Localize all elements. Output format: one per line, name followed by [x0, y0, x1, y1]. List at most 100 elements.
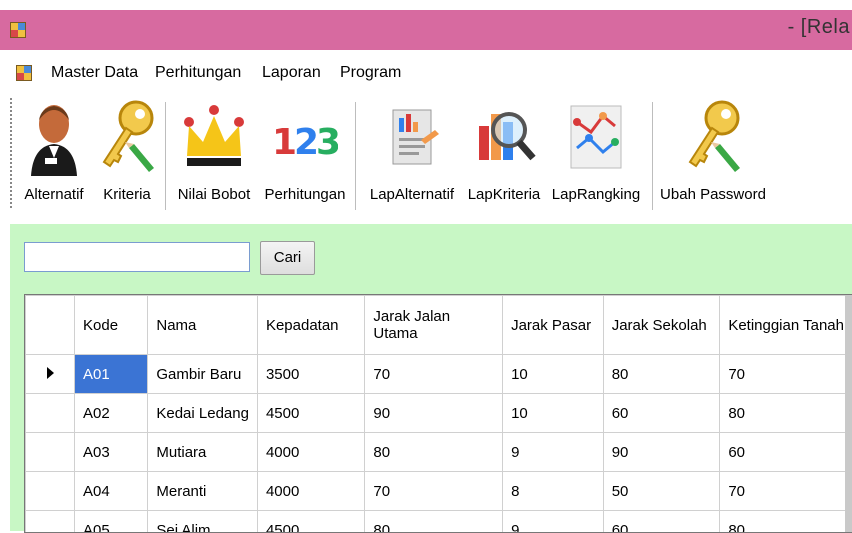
table-cell[interactable]: A02 — [75, 394, 148, 433]
toolbar-laprangking-label: LapRangking — [546, 186, 646, 203]
column-header[interactable]: Jarak Sekolah — [603, 296, 720, 355]
table-cell[interactable]: Kedai Ledang — [148, 394, 258, 433]
table-cell[interactable]: 4500 — [257, 511, 364, 533]
table-cell[interactable]: 4000 — [257, 472, 364, 511]
toolbar-lapkriteria-button[interactable]: LapKriteria — [464, 90, 544, 218]
column-header[interactable]: Kode — [75, 296, 148, 355]
menu-bar: Master Data Perhitungan Laporan Program — [0, 58, 852, 88]
toolbar-kriteria-button[interactable]: Kriteria — [92, 90, 162, 218]
data-grid[interactable]: Kode Nama Kepadatan Jarak Jalan Utama Ja… — [24, 294, 852, 533]
table-cell[interactable]: A01 — [75, 355, 148, 394]
table-cell[interactable]: 10 — [503, 355, 604, 394]
column-header[interactable]: Nama — [148, 296, 258, 355]
toolbar-perhitungan-button[interactable]: 1 2 3 Perhitungan — [260, 90, 350, 218]
table-cell[interactable]: 80 — [365, 433, 503, 472]
toolbar-alternatif-button[interactable]: Alternatif — [18, 90, 90, 218]
table-cell[interactable]: 70 — [365, 355, 503, 394]
toolbar-perhitungan-label: Perhitungan — [260, 186, 350, 203]
toolbar-laprangking-button[interactable]: LapRangking — [546, 90, 646, 218]
toolbar-lapkriteria-label: LapKriteria — [464, 186, 544, 203]
table-cell[interactable]: Sei Alim — [148, 511, 258, 533]
table-row[interactable]: A04 Meranti 4000 70 8 50 70 — [26, 472, 852, 511]
table-header-row: Kode Nama Kepadatan Jarak Jalan Utama Ja… — [26, 296, 852, 355]
table-cell[interactable]: Gambir Baru — [148, 355, 258, 394]
toolbar-separator — [652, 102, 653, 210]
column-header[interactable]: Jarak Jalan Utama — [365, 296, 503, 355]
table-cell[interactable]: Meranti — [148, 472, 258, 511]
toolbar-ubah-password-button[interactable]: Ubah Password — [656, 90, 770, 218]
table-cell[interactable]: 9 — [503, 433, 604, 472]
table-row[interactable]: A03 Mutiara 4000 80 9 90 60 — [26, 433, 852, 472]
current-row-arrow-icon — [47, 367, 54, 379]
table-cell[interactable]: A04 — [75, 472, 148, 511]
toolbar: Alternatif Kriteria Nilai Bobot 1 2 3 — [0, 90, 852, 218]
row-header[interactable] — [26, 511, 75, 533]
table-cell[interactable]: 3500 — [257, 355, 364, 394]
magnifier-chart-icon — [471, 96, 537, 176]
table-cell[interactable]: A05 — [75, 511, 148, 533]
table-cell[interactable]: 60 — [603, 394, 720, 433]
toolbar-kriteria-label: Kriteria — [92, 186, 162, 203]
content-panel: Cari Kode Nama Kepadatan Jarak Jalan Uta… — [10, 224, 852, 531]
table-cell[interactable]: 80 — [365, 511, 503, 533]
row-header[interactable] — [26, 433, 75, 472]
menu-program[interactable]: Program — [340, 64, 401, 82]
menu-laporan[interactable]: Laporan — [262, 64, 321, 82]
toolbar-grip[interactable] — [10, 98, 12, 210]
toolbar-alternatif-label: Alternatif — [18, 186, 90, 203]
window-title: - [Rela — [788, 16, 850, 39]
column-header[interactable]: Ketinggian Tanah — [720, 296, 852, 355]
toolbar-separator — [355, 102, 356, 210]
app-icon[interactable] — [10, 22, 26, 38]
column-header[interactable]: Kepadatan — [257, 296, 364, 355]
row-header[interactable] — [26, 394, 75, 433]
table-cell[interactable]: 4500 — [257, 394, 364, 433]
table-cell[interactable]: 60 — [720, 433, 852, 472]
menu-perhitungan[interactable]: Perhitungan — [155, 64, 241, 82]
toolbar-separator — [165, 102, 166, 210]
table-cell[interactable]: 70 — [720, 472, 852, 511]
mdi-app-icon[interactable] — [16, 65, 32, 81]
table-cell[interactable]: 50 — [603, 472, 720, 511]
table-cell[interactable]: 70 — [720, 355, 852, 394]
ranking-chart-icon — [563, 96, 629, 176]
table-cell[interactable]: 90 — [603, 433, 720, 472]
svg-text:3: 3 — [316, 122, 338, 163]
table-row[interactable]: A05 Sei Alim 4500 80 9 60 80 — [26, 511, 852, 533]
table-cell[interactable]: Mutiara — [148, 433, 258, 472]
numbers-123-icon: 1 2 3 — [272, 96, 338, 176]
toolbar-ubah-password-label: Ubah Password — [656, 186, 770, 203]
table-cell[interactable]: A03 — [75, 433, 148, 472]
toolbar-lapalternatif-button[interactable]: LapAlternatif — [362, 90, 462, 218]
table-cell[interactable]: 10 — [503, 394, 604, 433]
alternatif-table: Kode Nama Kepadatan Jarak Jalan Utama Ja… — [25, 295, 852, 533]
search-input[interactable] — [24, 242, 250, 272]
title-bar: - [Rela — [0, 10, 852, 50]
toolbar-lapalternatif-label: LapAlternatif — [362, 186, 462, 203]
row-header[interactable] — [26, 472, 75, 511]
menu-master-data[interactable]: Master Data — [51, 64, 138, 82]
toolbar-nilai-bobot-label: Nilai Bobot — [170, 186, 258, 203]
toolbar-nilai-bobot-button[interactable]: Nilai Bobot — [170, 90, 258, 218]
table-cell[interactable]: 70 — [365, 472, 503, 511]
key-pencil-icon — [94, 96, 160, 176]
table-row[interactable]: A01 Gambir Baru 3500 70 10 80 70 — [26, 355, 852, 394]
table-cell[interactable]: 9 — [503, 511, 604, 533]
table-cell[interactable]: 4000 — [257, 433, 364, 472]
user-avatar-icon — [21, 96, 87, 176]
cari-button[interactable]: Cari — [260, 241, 315, 275]
table-cell[interactable]: 60 — [603, 511, 720, 533]
key-pencil-icon — [680, 96, 746, 176]
crown-icon — [181, 96, 247, 176]
row-header-current[interactable] — [26, 355, 75, 394]
table-cell[interactable]: 80 — [720, 394, 852, 433]
row-header-corner — [26, 296, 75, 355]
table-cell[interactable]: 80 — [720, 511, 852, 533]
table-cell[interactable]: 90 — [365, 394, 503, 433]
column-header[interactable]: Jarak Pasar — [503, 296, 604, 355]
report-document-icon — [379, 96, 445, 176]
vertical-scrollbar[interactable] — [845, 295, 852, 532]
table-cell[interactable]: 80 — [603, 355, 720, 394]
table-cell[interactable]: 8 — [503, 472, 604, 511]
table-row[interactable]: A02 Kedai Ledang 4500 90 10 60 80 — [26, 394, 852, 433]
